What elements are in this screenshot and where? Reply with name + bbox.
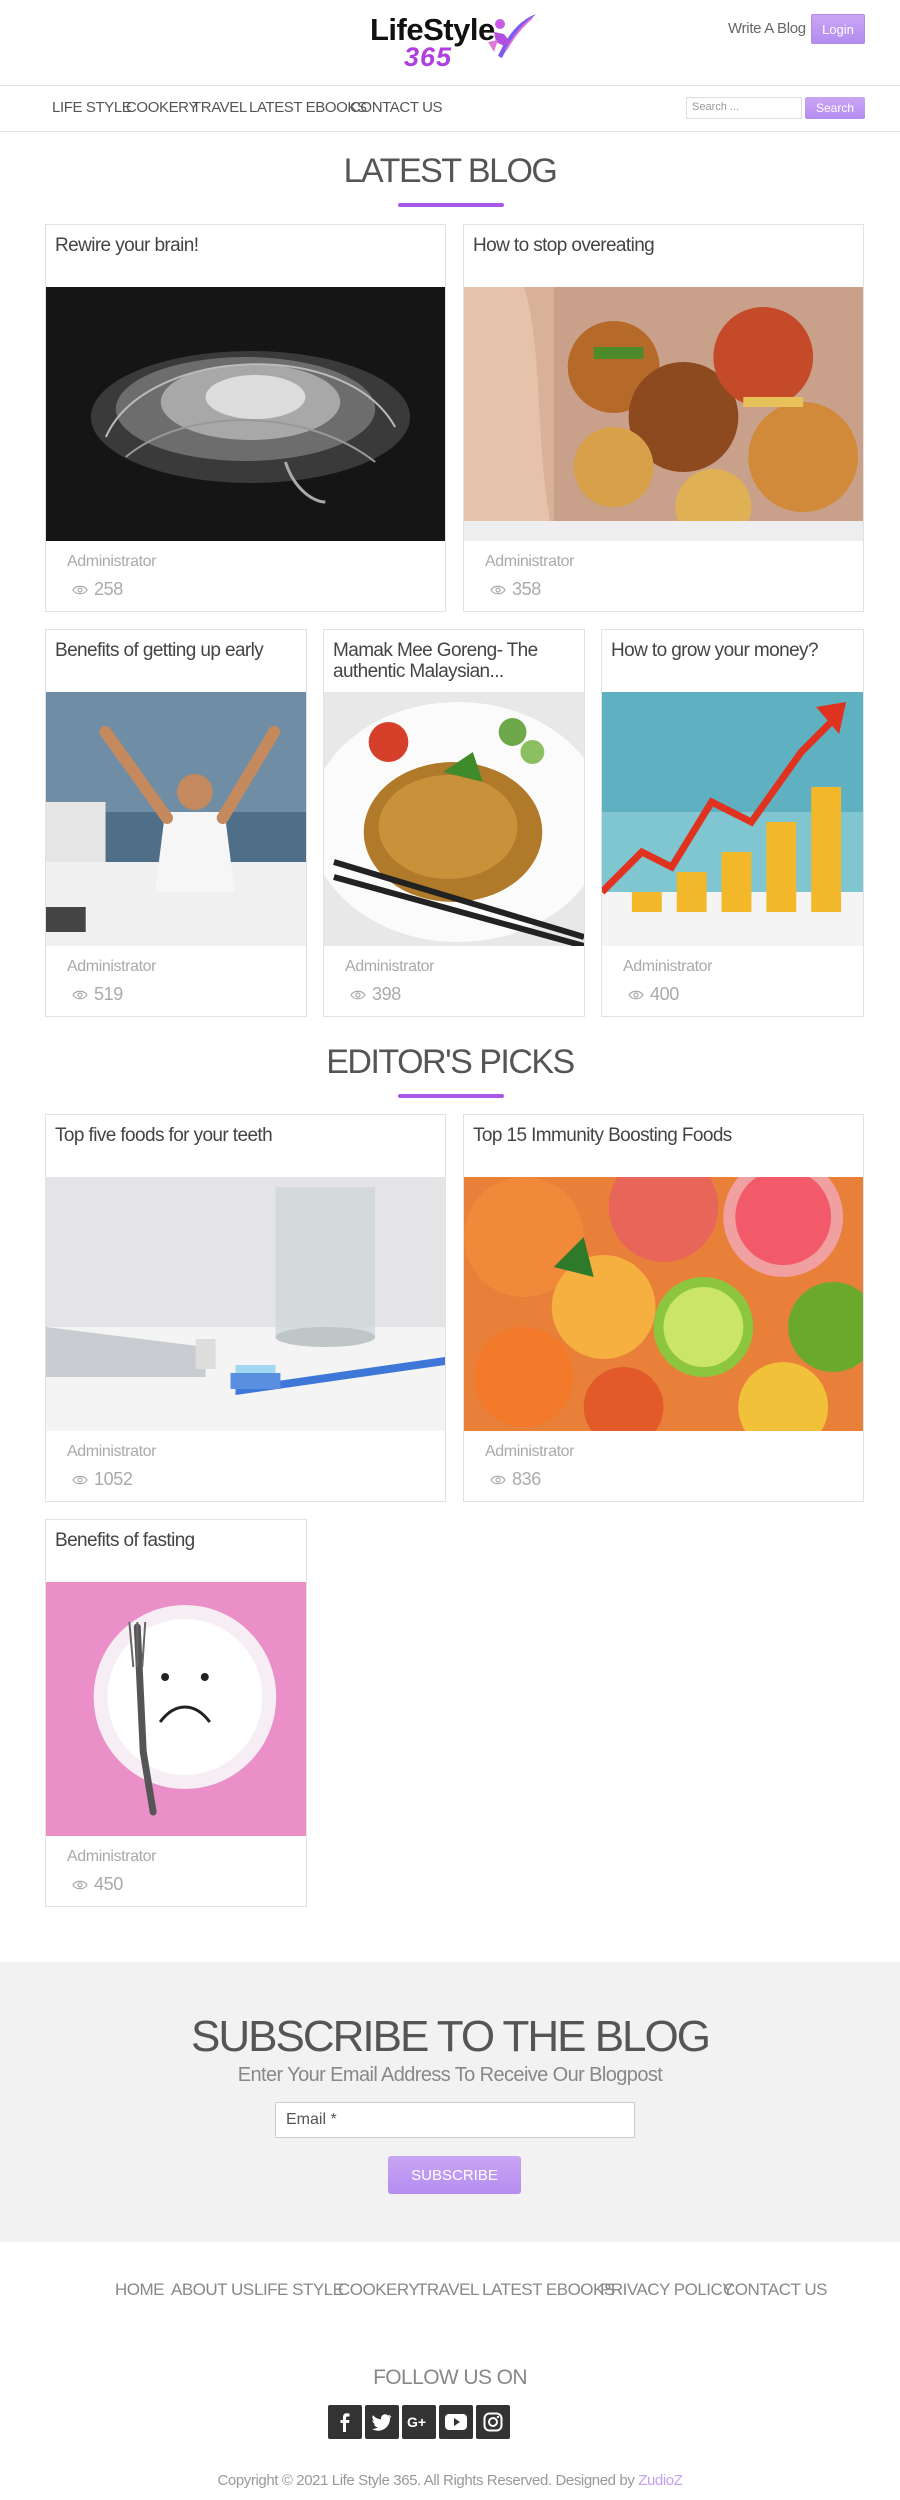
nav-item-latest-ebooks[interactable]: LATEST EBOOKS — [249, 99, 367, 116]
post-author: Administrator — [345, 958, 435, 975]
editors-picks-heading: EDITOR'S PICKS — [326, 1043, 575, 1081]
post-author: Administrator — [67, 958, 157, 975]
post-title[interactable]: Rewire your brain! — [55, 235, 437, 256]
eye-icon — [72, 990, 88, 999]
eye-icon — [72, 585, 88, 594]
post-title[interactable]: How to stop overeating — [473, 235, 855, 256]
view-count: 358 — [512, 579, 541, 599]
post-views: 400 — [628, 984, 679, 1005]
post-author: Administrator — [485, 553, 575, 570]
view-count: 836 — [512, 1469, 541, 1489]
view-count: 398 — [372, 984, 401, 1004]
subscribe-section: SUBSCRIBE TO THE BLOG Enter Your Email A… — [0, 1962, 900, 2242]
sad-plate-image[interactable] — [46, 1582, 306, 1836]
nav-item-cookery[interactable]: COOKERY — [126, 99, 198, 116]
write-a-blog-link[interactable]: Write A Blog — [728, 20, 806, 37]
post-author: Administrator — [67, 1848, 157, 1865]
eye-icon — [72, 1475, 88, 1484]
eye-icon — [350, 990, 366, 999]
login-button[interactable]: Login — [811, 14, 865, 44]
eye-icon — [628, 990, 644, 999]
blog-card[interactable]: How to stop overeating Administrator 358 — [463, 224, 864, 612]
post-views: 450 — [72, 1874, 123, 1895]
post-author: Administrator — [485, 1443, 575, 1460]
logo-text-365: 365 — [404, 42, 453, 72]
toothbrush-image[interactable] — [46, 1177, 445, 1431]
footer-link-contact-us[interactable]: CONTACT US — [723, 2280, 827, 2300]
post-views: 358 — [490, 579, 541, 600]
site-logo[interactable]: LifeStyle 365 — [368, 10, 538, 74]
view-count: 400 — [650, 984, 679, 1004]
heading-underline — [398, 1094, 504, 1098]
post-views: 519 — [72, 984, 123, 1005]
post-title[interactable]: How to grow your money? — [611, 640, 855, 661]
latest-blog-heading: LATEST BLOG — [343, 152, 558, 190]
view-count: 450 — [94, 1874, 123, 1894]
copyright-label: Copyright © 2021 Life Style 365. All Rig… — [217, 2472, 635, 2489]
post-views: 258 — [72, 579, 123, 600]
post-title[interactable]: Top 15 Immunity Boosting Foods — [473, 1125, 855, 1146]
footer-link-latest-ebooks[interactable]: LATEST EBOOKS — [482, 2280, 615, 2300]
post-author: Administrator — [623, 958, 713, 975]
copyright-text: Copyright © 2021 Life Style 365. All Rig… — [0, 2472, 900, 2489]
post-views: 398 — [350, 984, 401, 1005]
subscribe-subtitle: Enter Your Email Address To Receive Our … — [237, 2064, 663, 2086]
youtube-icon[interactable] — [439, 2405, 473, 2439]
post-title[interactable]: Top five foods for your teeth — [55, 1125, 437, 1146]
blog-card[interactable]: How to grow your money? Administrator 40… — [601, 629, 864, 1017]
view-count: 258 — [94, 579, 123, 599]
nav-item-life-style[interactable]: LIFE STYLE — [52, 99, 132, 116]
subscribe-button[interactable]: SUBSCRIBE — [388, 2156, 521, 2194]
footer-link-travel[interactable]: TRAVEL — [417, 2280, 479, 2300]
post-author: Administrator — [67, 553, 157, 570]
eye-icon — [490, 1475, 506, 1484]
footer-link-life-style[interactable]: LIFE STYLE — [254, 2280, 344, 2300]
nav-item-contact-us[interactable]: CONTACT US — [350, 99, 443, 116]
brain-image[interactable] — [46, 287, 445, 541]
blog-card[interactable]: Rewire your brain! Administrator 258 — [45, 224, 446, 612]
nav-item-travel[interactable]: TRAVEL — [192, 99, 247, 116]
citrus-image[interactable] — [464, 1177, 863, 1431]
footer-link-privacy-policy[interactable]: PRIVACY POLICY — [600, 2280, 734, 2300]
main-nav: LIFE STYLE COOKERY TRAVEL LATEST EBOOKS … — [0, 87, 900, 132]
instagram-icon[interactable] — [476, 2405, 510, 2439]
eye-icon — [490, 585, 506, 594]
svg-text:G+: G+ — [407, 2414, 426, 2430]
google-plus-icon[interactable]: G+ — [402, 2405, 436, 2439]
post-author: Administrator — [67, 1443, 157, 1460]
waking-man-image[interactable] — [46, 692, 306, 946]
search-button[interactable]: Search — [805, 97, 865, 119]
email-field[interactable]: Email * — [275, 2102, 635, 2138]
blog-card[interactable]: Benefits of fasting Administrator 450 — [45, 1519, 307, 1907]
post-title[interactable]: Benefits of getting up early — [55, 640, 298, 661]
post-views: 836 — [490, 1469, 541, 1490]
footer-link-about-us[interactable]: ABOUT US — [171, 2280, 254, 2300]
noodles-image[interactable] — [324, 692, 584, 946]
view-count: 1052 — [94, 1469, 133, 1489]
footer-link-home[interactable]: HOME — [115, 2280, 165, 2300]
post-title[interactable]: Mamak Mee Goreng- The authentic Malaysia… — [333, 640, 576, 682]
heading-underline — [398, 203, 504, 207]
top-header: LifeStyle 365 Write A Blog Login — [0, 0, 900, 86]
footer-link-cookery[interactable]: COOKERY — [338, 2280, 420, 2300]
junk-food-image[interactable] — [464, 287, 863, 541]
blog-card[interactable]: Top 15 Immunity Boosting Foods Administr… — [463, 1114, 864, 1502]
blog-card[interactable]: Benefits of getting up early Administrat… — [45, 629, 307, 1017]
subscribe-heading: SUBSCRIBE TO THE BLOG — [191, 2012, 711, 2061]
coins-growth-image[interactable] — [602, 692, 863, 946]
quill-runner-icon — [488, 14, 536, 58]
eye-icon — [72, 1880, 88, 1889]
designer-link[interactable]: ZudioZ — [638, 2472, 683, 2489]
post-title[interactable]: Benefits of fasting — [55, 1530, 298, 1551]
follow-us-heading: FOLLOW US ON — [373, 2366, 527, 2389]
search-input[interactable]: Search ... — [686, 97, 802, 119]
blog-card[interactable]: Top five foods for your teeth Administra… — [45, 1114, 446, 1502]
view-count: 519 — [94, 984, 123, 1004]
facebook-icon[interactable] — [328, 2405, 362, 2439]
blog-card[interactable]: Mamak Mee Goreng- The authentic Malaysia… — [323, 629, 585, 1017]
post-views: 1052 — [72, 1469, 133, 1490]
twitter-icon[interactable] — [365, 2405, 399, 2439]
